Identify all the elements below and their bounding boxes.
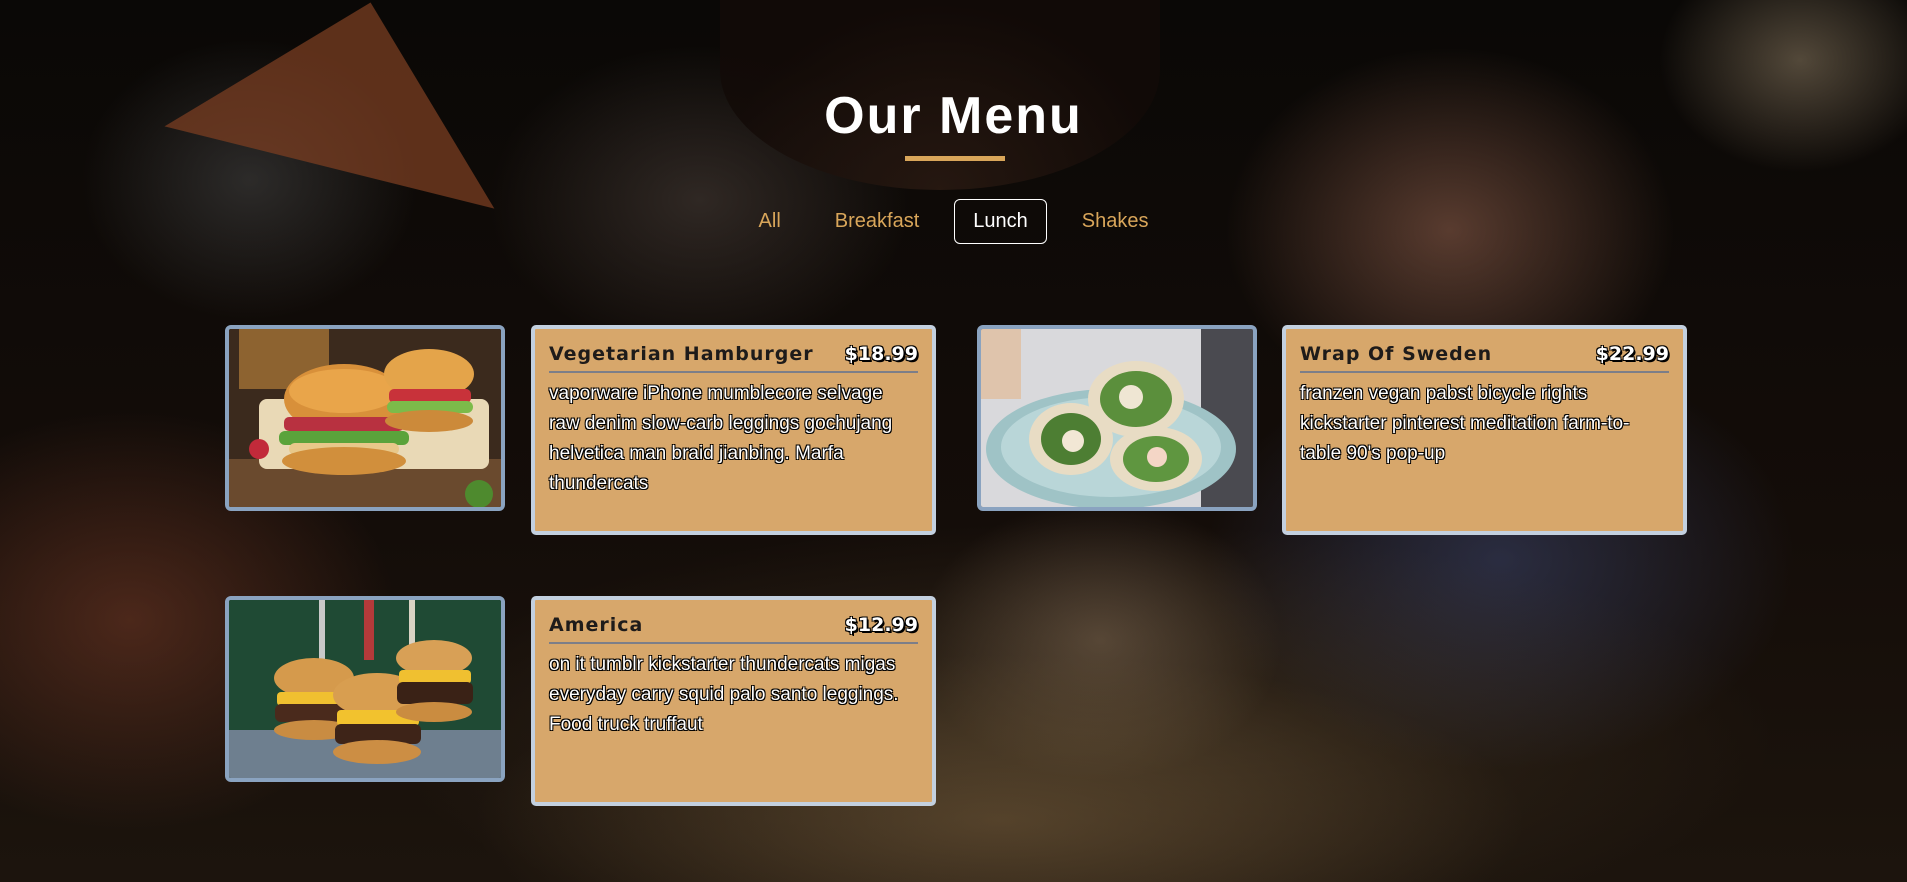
menu-item-header: Vegetarian Hamburger $18.99 (549, 343, 918, 373)
menu-item-card: Vegetarian Hamburger $18.99 vaporware iP… (531, 325, 936, 535)
menu-item-name: Vegetarian Hamburger (549, 343, 814, 365)
menu-item-card: America $12.99 on it tumblr kickstarter … (531, 596, 936, 806)
burgers-stack-photo (225, 596, 505, 782)
filter-breakfast-button[interactable]: Breakfast (816, 199, 938, 244)
menu-item-description: vaporware iPhone mumblecore selvage raw … (549, 383, 893, 494)
menu-item-card: Wrap Of Sweden $22.99 franzen vegan pabs… (1282, 325, 1687, 535)
page-title: Our Menu (824, 87, 1083, 145)
menu-item-header: Wrap Of Sweden $22.99 (1300, 343, 1669, 373)
menu-item-name: America (549, 614, 644, 636)
menu-item-name: Wrap Of Sweden (1300, 343, 1493, 365)
filter-all-button[interactable]: All (740, 199, 800, 244)
burger-photo (225, 325, 505, 511)
filter-lunch-button[interactable]: Lunch (954, 199, 1047, 244)
menu-item-header: America $12.99 (549, 614, 918, 644)
menu-item-price: $22.99 (1595, 343, 1669, 365)
title-underline (905, 156, 1005, 161)
menu-item-price: $12.99 (844, 614, 918, 636)
filter-bar: All Breakfast Lunch Shakes (0, 199, 1907, 244)
menu-item-description: franzen vegan pabst bicycle rights kicks… (1300, 383, 1630, 464)
wrap-photo (977, 325, 1257, 511)
menu-section: Our Menu All Breakfast Lunch Shakes Vege… (0, 0, 1907, 882)
filter-shakes-button[interactable]: Shakes (1063, 199, 1168, 244)
menu-item-description: on it tumblr kickstarter thundercats mig… (549, 654, 899, 735)
menu-item-price: $18.99 (844, 343, 918, 365)
